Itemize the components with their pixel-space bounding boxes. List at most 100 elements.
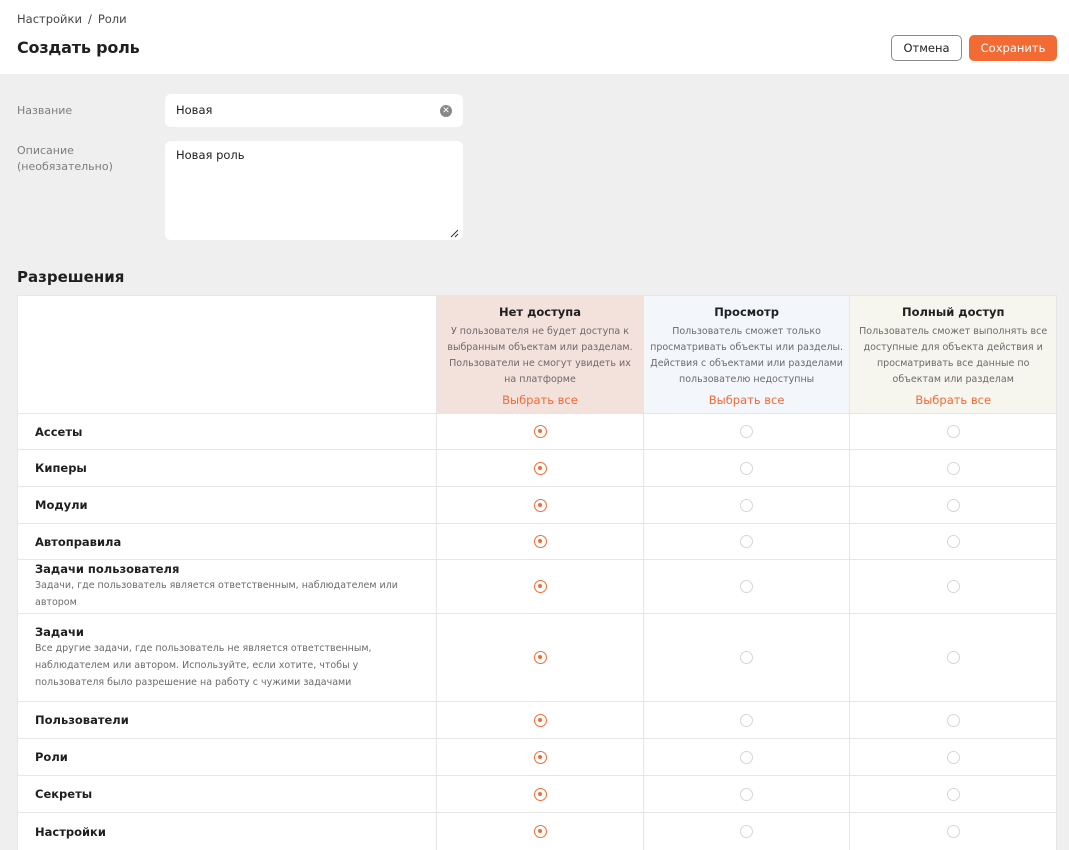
permission-name-cell: Ассеты bbox=[18, 414, 436, 449]
radio-no-access[interactable] bbox=[533, 787, 547, 801]
permission-name-cell: Пользователи bbox=[18, 702, 436, 738]
radio-cell-view bbox=[642, 813, 850, 850]
radio-cell-full-access bbox=[849, 776, 1056, 812]
radio-view[interactable] bbox=[740, 787, 754, 801]
radio-cell-no-access bbox=[436, 813, 643, 850]
permission-name-cell: Настройки bbox=[18, 813, 436, 850]
radio-view[interactable] bbox=[740, 498, 754, 512]
radio-cell-no-access bbox=[436, 702, 643, 738]
radio-no-access[interactable] bbox=[533, 461, 547, 475]
permissions-table-body: Ассеты Киперы Модули Автоправила Задачи поль… bbox=[18, 414, 1056, 850]
radio-no-access[interactable] bbox=[533, 580, 547, 593]
save-button[interactable]: Сохранить bbox=[969, 35, 1057, 61]
permissions-title: Разрешения bbox=[17, 268, 125, 286]
radio-no-access[interactable] bbox=[533, 425, 547, 438]
radio-full-access[interactable] bbox=[946, 498, 960, 512]
breadcrumb-parent-link[interactable]: Настройки bbox=[17, 12, 82, 26]
permission-name-cell: Автоправила bbox=[18, 524, 436, 559]
clear-input-icon[interactable]: ✕ bbox=[440, 105, 452, 117]
permission-name-cell: Модули bbox=[18, 487, 436, 523]
breadcrumb-separator: / bbox=[87, 12, 92, 26]
radio-view[interactable] bbox=[740, 750, 754, 764]
radio-cell-no-access bbox=[436, 739, 643, 775]
radio-view[interactable] bbox=[740, 651, 754, 664]
permission-name-cell: Задачи Все другие задачи, где пользовател… bbox=[18, 614, 436, 701]
permission-title: Роли bbox=[35, 750, 68, 764]
radio-no-access[interactable] bbox=[533, 651, 547, 664]
page-title: Создать роль bbox=[17, 38, 140, 57]
table-row: Киперы bbox=[18, 450, 1056, 487]
name-label: Название bbox=[17, 104, 73, 117]
select-all-no-access-link[interactable]: Выбрать все bbox=[443, 393, 637, 407]
radio-cell-full-access bbox=[849, 414, 1056, 449]
radio-cell-full-access bbox=[849, 813, 1056, 850]
radio-view[interactable] bbox=[740, 825, 754, 838]
radio-cell-view bbox=[642, 524, 850, 559]
permission-name-cell: Секреты bbox=[18, 776, 436, 812]
radio-cell-no-access bbox=[436, 560, 643, 613]
radio-view[interactable] bbox=[740, 713, 754, 727]
radio-full-access[interactable] bbox=[946, 651, 960, 664]
page-header: Настройки / Роли Создать роль Отмена Сохра… bbox=[0, 0, 1069, 74]
resize-handle-icon[interactable] bbox=[450, 229, 459, 238]
permission-name-cell: Задачи пользователя Задачи, где пользоват… bbox=[18, 560, 436, 613]
select-all-view-link[interactable]: Выбрать все bbox=[650, 393, 844, 407]
permission-title: Секреты bbox=[35, 787, 93, 801]
radio-cell-full-access bbox=[849, 739, 1056, 775]
radio-cell-full-access bbox=[849, 524, 1056, 559]
radio-full-access[interactable] bbox=[946, 461, 960, 475]
radio-no-access[interactable] bbox=[533, 750, 547, 764]
cancel-button[interactable]: Отмена bbox=[891, 35, 962, 61]
radio-view[interactable] bbox=[740, 580, 754, 593]
radio-full-access[interactable] bbox=[946, 713, 960, 727]
radio-cell-no-access bbox=[436, 776, 643, 812]
table-row: Пользователи bbox=[18, 702, 1056, 739]
permissions-table: Нет доступа У пользователя не будет дост… bbox=[17, 295, 1057, 850]
radio-view[interactable] bbox=[740, 461, 754, 475]
header-empty-cell bbox=[18, 296, 436, 413]
radio-view[interactable] bbox=[740, 535, 754, 548]
radio-cell-full-access bbox=[849, 614, 1056, 701]
name-input[interactable]: Новая bbox=[165, 94, 463, 127]
radio-full-access[interactable] bbox=[946, 750, 960, 764]
radio-cell-no-access bbox=[436, 614, 643, 701]
table-row: Настройки bbox=[18, 813, 1056, 850]
breadcrumb: Настройки / Роли bbox=[17, 12, 127, 26]
column-title: Просмотр bbox=[714, 305, 779, 319]
radio-no-access[interactable] bbox=[533, 713, 547, 727]
description-label: Описание (необязательно) bbox=[17, 143, 113, 175]
radio-cell-full-access bbox=[849, 487, 1056, 523]
radio-cell-no-access bbox=[436, 487, 643, 523]
radio-no-access[interactable] bbox=[533, 498, 547, 512]
radio-full-access[interactable] bbox=[946, 535, 960, 548]
permission-title: Задачи пользователя bbox=[35, 562, 180, 576]
radio-full-access[interactable] bbox=[946, 825, 960, 838]
permission-title: Пользователи bbox=[35, 713, 129, 727]
description-label-line-1: Описание bbox=[17, 144, 74, 157]
radio-no-access[interactable] bbox=[533, 825, 547, 838]
column-title: Полный доступ bbox=[901, 305, 1005, 319]
permission-title: Настройки bbox=[35, 824, 106, 839]
radio-cell-no-access bbox=[436, 414, 643, 449]
radio-full-access[interactable] bbox=[946, 787, 960, 801]
description-label-line-2: (необязательно) bbox=[17, 160, 113, 173]
permission-name-cell: Роли bbox=[18, 739, 436, 775]
radio-no-access[interactable] bbox=[533, 535, 547, 548]
breadcrumb-current[interactable]: Роли bbox=[98, 12, 127, 26]
radio-cell-view bbox=[642, 450, 850, 486]
radio-cell-full-access bbox=[849, 560, 1056, 613]
column-no-access: Нет доступа У пользователя не будет дост… bbox=[436, 296, 643, 413]
radio-full-access[interactable] bbox=[946, 580, 960, 593]
radio-full-access[interactable] bbox=[946, 425, 960, 438]
permission-name-cell: Киперы bbox=[18, 450, 436, 486]
radio-cell-view bbox=[642, 702, 850, 738]
permission-title: Киперы bbox=[35, 461, 87, 475]
permission-title: Ассеты bbox=[35, 424, 83, 439]
select-all-full-access-link[interactable]: Выбрать все bbox=[856, 393, 1050, 407]
column-view: Просмотр Пользователь сможет только прос… bbox=[642, 296, 850, 413]
radio-view[interactable] bbox=[740, 425, 754, 438]
radio-cell-no-access bbox=[436, 524, 643, 559]
description-textarea[interactable]: Новая роль bbox=[165, 141, 463, 240]
table-row: Автоправила bbox=[18, 524, 1056, 560]
table-row: Роли bbox=[18, 739, 1056, 776]
